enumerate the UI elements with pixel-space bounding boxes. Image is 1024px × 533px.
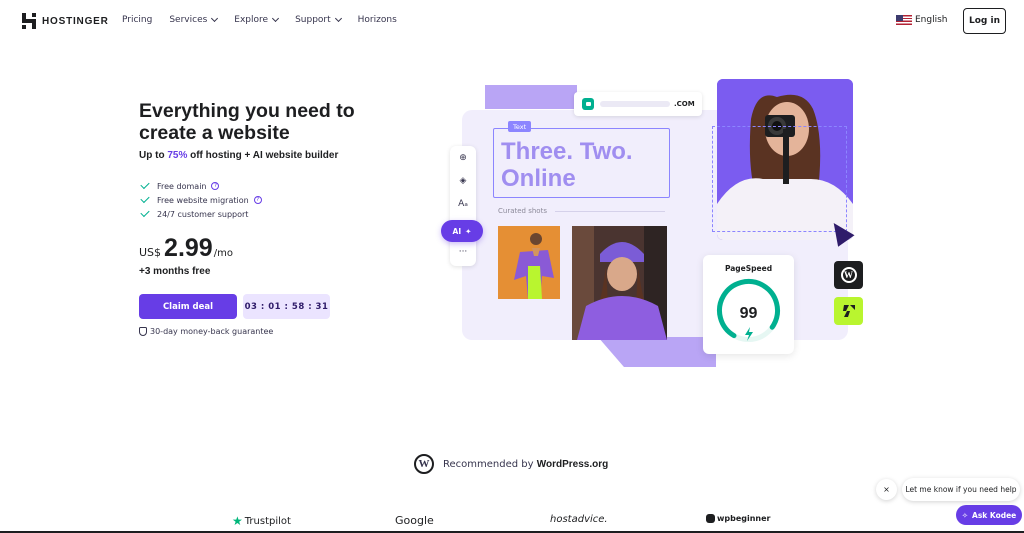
price-amount: 2.99: [164, 234, 213, 262]
partner-name: hostadvice.: [550, 514, 608, 525]
google-logo: Google: [395, 514, 434, 527]
recommended-by-wordpress: W Recommended by WordPress.org: [414, 454, 608, 474]
menu-label: Horizons: [357, 15, 397, 25]
ai-button[interactable]: AI ✦: [441, 220, 483, 242]
feature-item: 24/7 customer support: [140, 207, 262, 221]
menu-item-horizons[interactable]: Horizons: [358, 15, 397, 25]
countdown-timer: 03 : 01 : 58 : 31: [243, 294, 330, 319]
recommended-brand: WordPress.org: [536, 458, 609, 470]
menu-item-explore[interactable]: Explore: [234, 14, 280, 25]
recommended-text: Recommended by WordPress.org: [443, 459, 608, 470]
partner-name: Google: [395, 514, 434, 527]
hero-title: Everything you need to create a website: [139, 100, 355, 144]
ai-label: AI: [452, 226, 462, 236]
hostinger-logo-icon: [22, 13, 36, 29]
url-placeholder: [600, 101, 670, 107]
partner-name: Trustpilot: [244, 515, 291, 527]
close-icon: ×: [883, 485, 890, 494]
lock-icon: [582, 98, 594, 110]
login-button[interactable]: Log in: [963, 8, 1006, 34]
partner-name: wpbeginner: [717, 514, 771, 523]
feature-text: 24/7 customer support: [157, 209, 249, 219]
menu-label: Services: [169, 15, 208, 25]
domain-suffix: .COM: [674, 100, 695, 108]
hero-subtitle: Up to 75% off hosting + AI website build…: [139, 150, 338, 161]
main-menu: Pricing Services Explore Support Horizon…: [122, 14, 414, 25]
menu-item-pricing[interactable]: Pricing: [122, 15, 152, 25]
ask-kodee-button[interactable]: ✧ Ask Kodee: [956, 505, 1022, 525]
logo-text: HOSTINGER: [42, 15, 109, 27]
menu-label: Explore: [234, 15, 269, 25]
subtitle-suffix: off hosting + AI website builder: [187, 150, 339, 161]
photo-purple-jacket: [498, 226, 560, 299]
wordpress-icon: W: [414, 454, 434, 474]
language-selector[interactable]: English: [896, 15, 948, 25]
sparkle-icon: ✦: [465, 226, 472, 236]
price: US$ 2.99 /mo: [139, 234, 233, 263]
money-back-guarantee: 30-day money-back guarantee: [139, 327, 273, 336]
pagespeed-title: PageSpeed: [724, 264, 773, 273]
builder-toolbar: ⊕ ◈ Aₐ ···: [450, 146, 476, 266]
curated-label: Curated shots: [498, 207, 547, 215]
selection-frame: [712, 126, 847, 232]
trustpilot-logo: ★ Trustpilot: [232, 514, 291, 528]
menu-item-services[interactable]: Services: [169, 14, 219, 25]
chat-close-button[interactable]: ×: [876, 479, 897, 500]
feature-text: Free website migration: [157, 195, 249, 205]
pagespeed-score: 99: [739, 305, 758, 322]
sparkle-icon: ✧: [961, 510, 969, 520]
feature-item: Free domain ?: [140, 179, 262, 193]
us-flag-icon: [896, 15, 912, 25]
feature-list: Free domain ? Free website migration ? 2…: [140, 179, 262, 221]
add-icon[interactable]: ⊕: [458, 153, 468, 163]
check-icon: [140, 193, 150, 204]
chevron-down-icon: [334, 14, 342, 23]
text-tag: Text: [508, 121, 532, 132]
decor-shape: [598, 337, 716, 367]
domain-bar: .COM: [574, 92, 702, 116]
wordpress-tile: W: [834, 261, 863, 289]
decor-shape: [485, 85, 577, 109]
recommended-prefix: Recommended by: [443, 458, 537, 470]
feature-item: Free website migration ?: [140, 193, 262, 207]
free-months: +3 months free: [139, 266, 211, 277]
hostadvice-logo: hostadvice.: [550, 514, 608, 525]
language-label: English: [915, 15, 948, 25]
feature-text: Free domain: [157, 181, 207, 191]
photo-woman-beanie: [572, 226, 667, 340]
menu-label: Pricing: [122, 15, 153, 25]
claim-deal-button[interactable]: Claim deal: [139, 294, 237, 319]
wpbeginner-icon: [706, 514, 715, 523]
more-icon[interactable]: ···: [458, 247, 468, 257]
subtitle-prefix: Up to: [139, 150, 168, 161]
shield-check-icon: [139, 327, 147, 336]
check-icon: [140, 179, 150, 190]
ask-kodee-label: Ask Kodee: [972, 510, 1017, 520]
litespeed-tile: [834, 297, 863, 325]
chat-prompt-bubble[interactable]: Let me know if you need help: [902, 478, 1020, 501]
price-currency: US$: [139, 246, 162, 259]
wordpress-icon: W: [840, 267, 857, 283]
top-nav: HOSTINGER Pricing Services Explore Suppo…: [0, 0, 1024, 42]
check-icon: [140, 207, 150, 218]
layers-icon[interactable]: ◈: [458, 176, 468, 186]
price-period: /mo: [213, 248, 233, 259]
litespeed-icon: [842, 305, 855, 317]
hostinger-logo[interactable]: HOSTINGER: [22, 13, 109, 29]
discount-highlight: 75%: [167, 150, 188, 161]
menu-item-support[interactable]: Support: [295, 14, 342, 25]
info-icon[interactable]: ?: [253, 196, 262, 204]
menu-label: Support: [295, 15, 331, 25]
chevron-down-icon: [211, 14, 219, 23]
divider: [555, 211, 665, 212]
pagespeed-card: PageSpeed 99: [703, 255, 794, 354]
wpbeginner-logo: wpbeginner: [706, 514, 771, 523]
headline-text: Three. Two. Online: [501, 138, 633, 192]
text-style-icon[interactable]: Aₐ: [458, 199, 468, 209]
chevron-down-icon: [272, 14, 280, 23]
guarantee-text: 30-day money-back guarantee: [150, 327, 274, 336]
star-icon: ★: [232, 514, 243, 528]
info-icon[interactable]: ?: [211, 182, 220, 190]
